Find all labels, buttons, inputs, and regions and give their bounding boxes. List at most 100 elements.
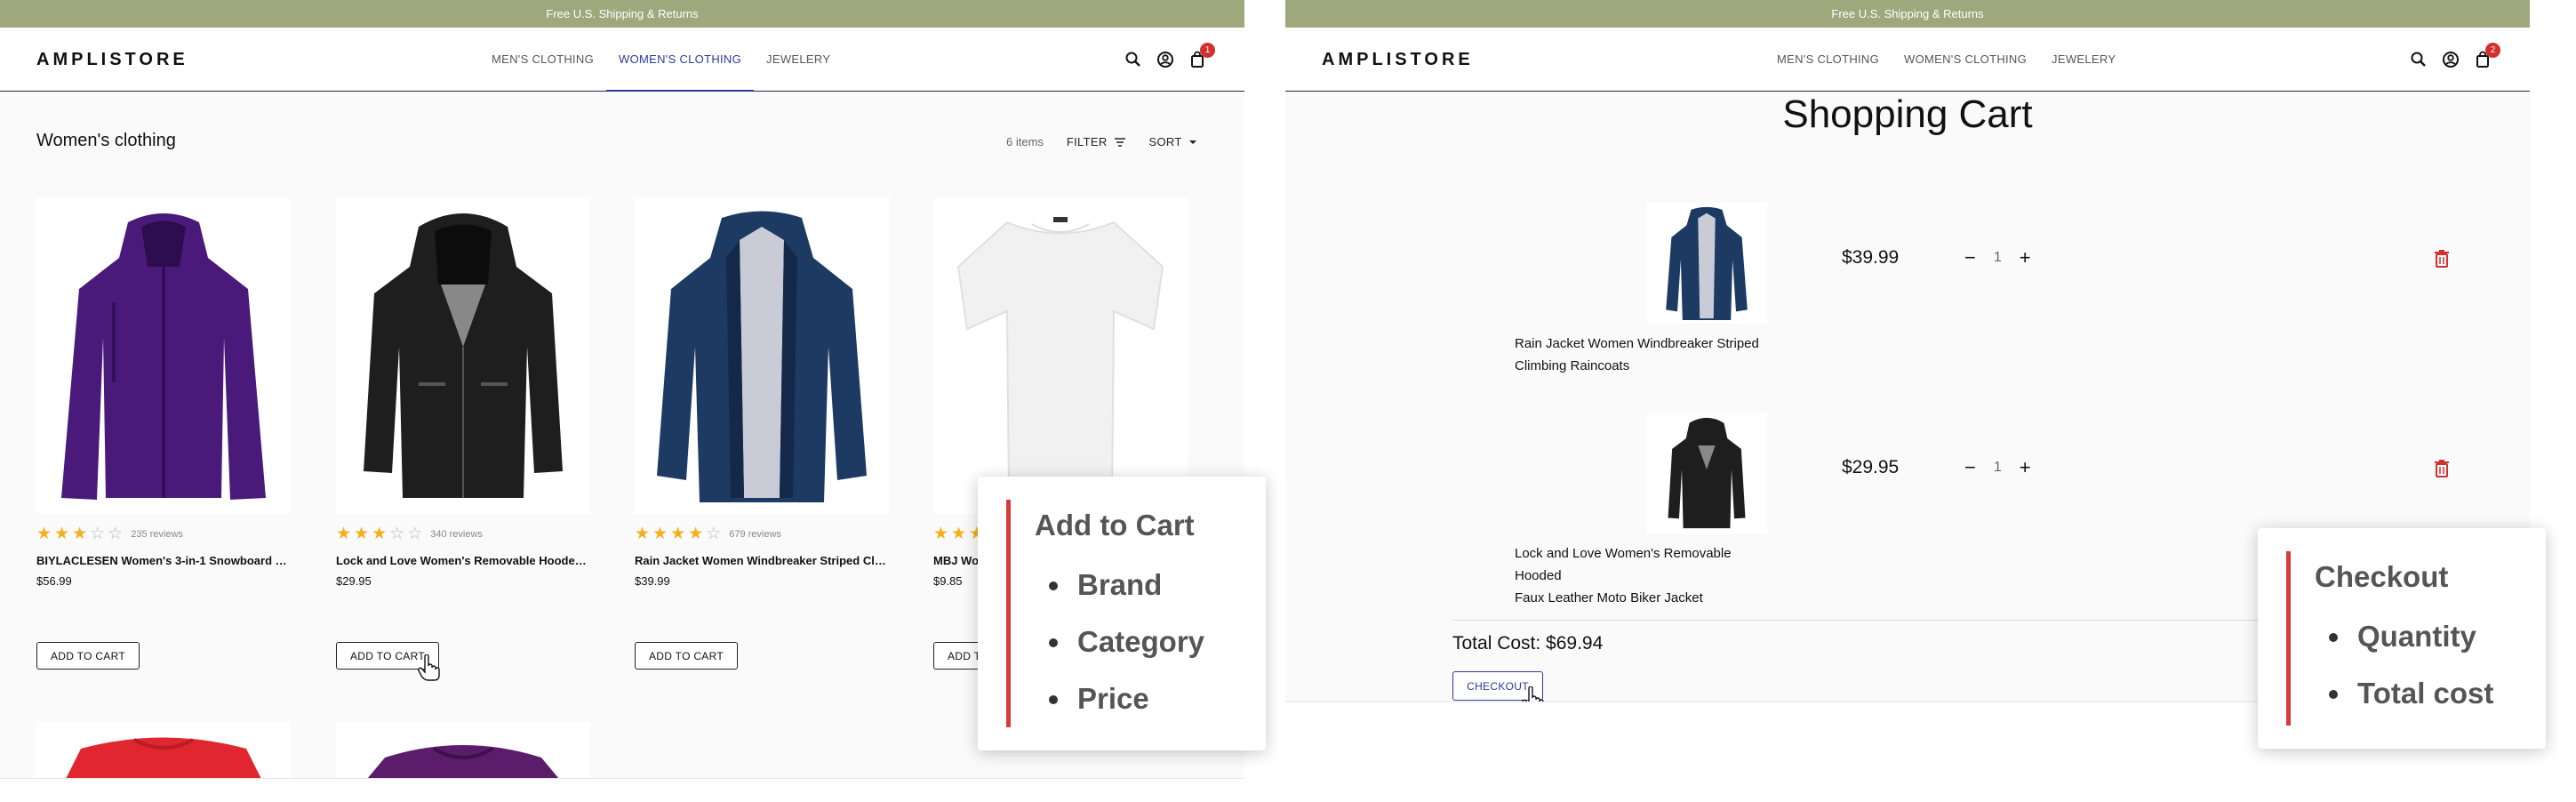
total-cost: Total Cost: $69.94 <box>1452 633 1604 654</box>
composite-stage: Free U.S. Shipping & Returns AMPLISTORE … <box>0 0 2576 802</box>
hand-cursor-icon <box>418 654 440 681</box>
cart-item-image[interactable] <box>1646 203 1767 324</box>
product-card[interactable]: ★ ★ ★ ☆ ☆ 235 reviews BIYLACLESEN Women's 3-… <box>36 197 291 588</box>
cart-item-name-line: Lock and Love Women's Removable Hooded <box>1515 546 1732 583</box>
store-logo[interactable]: AMPLISTORE <box>1322 50 1474 70</box>
quantity-stepper: − 1 + <box>1964 456 2031 479</box>
callout-accent-bar <box>1006 500 1011 727</box>
callout-list: Quantity Total cost <box>2328 608 2493 722</box>
menu-mens-clothing[interactable]: MEN'S CLOTHING <box>1764 28 1892 92</box>
star-icon: ★ <box>933 525 949 543</box>
callout-point: Category <box>1048 614 1204 670</box>
quantity-value: 1 <box>1993 250 2002 265</box>
star-icon: ★ <box>36 525 52 543</box>
review-count: 340 reviews <box>430 529 483 540</box>
menu-womens-clothing[interactable]: WOMEN'S CLOTHING <box>606 28 755 92</box>
product-rating: ★ ★ ★ ☆ ☆ 340 reviews <box>336 525 590 543</box>
add-to-cart-button[interactable]: ADD TO CART <box>635 642 738 670</box>
filter-button[interactable]: FILTER <box>1067 135 1126 148</box>
product-card[interactable]: ★ ★ ★ ☆ ☆ 340 reviews Lock and Love Women's … <box>336 197 590 588</box>
star-icon: ★ <box>354 525 370 543</box>
product-image[interactable] <box>635 197 889 514</box>
callout-point: Brand <box>1048 557 1204 614</box>
hand-cursor-icon <box>1522 686 1544 702</box>
star-icon: ★ <box>670 525 686 543</box>
menu-womens-clothing[interactable]: WOMEN'S CLOTHING <box>1892 28 2039 92</box>
checkout-callout: Checkout Quantity Total cost <box>2258 528 2546 749</box>
search-icon[interactable] <box>2410 51 2428 68</box>
nav-icon-group: 2 <box>2410 43 2500 68</box>
product-card-partial[interactable] <box>36 722 291 778</box>
increase-quantity-button[interactable]: + <box>2020 456 2031 479</box>
product-card[interactable]: ★ ★ ★ ★ ☆ 679 reviews Rain Jacket Women Wind… <box>635 197 889 588</box>
account-icon[interactable] <box>1156 51 1174 68</box>
delete-item-icon[interactable] <box>2434 459 2450 478</box>
chevron-down-icon <box>1188 140 1196 144</box>
search-icon[interactable] <box>1124 51 1142 68</box>
cart-icon[interactable]: 2 <box>2474 43 2500 68</box>
star-icon: ★ <box>72 525 88 543</box>
star-icon: ★ <box>635 525 651 543</box>
decrease-quantity-button[interactable]: − <box>1964 456 1976 479</box>
product-name[interactable]: Rain Jacket Women Windbreaker Striped Cl… <box>635 554 889 567</box>
main-menu: MEN'S CLOTHING WOMEN'S CLOTHING JEWELERY <box>479 28 843 92</box>
filter-label: FILTER <box>1066 135 1108 148</box>
cart-count-badge: 2 <box>2485 43 2500 58</box>
product-rating: ★ ★ ★ ★ ☆ 679 reviews <box>635 525 889 543</box>
product-image[interactable] <box>933 197 1188 514</box>
callout-title: Add to Cart <box>1035 509 1195 541</box>
review-count: 679 reviews <box>729 529 781 540</box>
cart-item-name-line: Climbing Raincoats <box>1515 358 1630 373</box>
cart-item-image[interactable] <box>1646 413 1767 533</box>
menu-jewelery[interactable]: JEWELERY <box>2039 28 2128 92</box>
total-divider <box>1452 620 2341 621</box>
add-to-cart-button[interactable]: ADD TO CART <box>36 642 140 670</box>
star-icon: ☆ <box>407 525 423 543</box>
page-title: Women's clothing <box>36 131 176 150</box>
star-icon: ☆ <box>90 525 106 543</box>
increase-quantity-button[interactable]: + <box>2020 246 2031 269</box>
product-rating: ★ ★ ★ ☆ ☆ 235 reviews <box>36 525 291 543</box>
menu-jewelery[interactable]: JEWELERY <box>754 28 843 92</box>
cart-item-price: $39.99 <box>1842 247 1900 268</box>
callout-accent-bar <box>2286 551 2291 726</box>
cart-item-name[interactable]: Lock and Love Women's Removable Hooded F… <box>1515 542 1781 609</box>
product-name[interactable]: Lock and Love Women's Removable Hooded F… <box>336 554 590 567</box>
delete-item-icon[interactable] <box>2434 249 2450 269</box>
cart-item: Rain Jacket Women Windbreaker Striped Cl… <box>1515 203 2449 381</box>
list-toolbar: 6 items FILTER SORT <box>1006 135 1197 148</box>
shipping-banner: Free U.S. Shipping & Returns <box>0 0 1244 28</box>
star-icon: ☆ <box>108 525 124 543</box>
product-card-partial[interactable] <box>336 722 590 778</box>
product-price: $56.99 <box>36 574 72 588</box>
filter-icon <box>1114 137 1125 147</box>
sort-label: SORT <box>1148 135 1182 148</box>
store-logo[interactable]: AMPLISTORE <box>36 50 188 70</box>
quantity-stepper: − 1 + <box>1964 246 2031 269</box>
quantity-value: 1 <box>1993 460 2002 475</box>
top-nav: AMPLISTORE MEN'S CLOTHING WOMEN'S CLOTHI… <box>0 28 1244 92</box>
top-nav: AMPLISTORE MEN'S CLOTHING WOMEN'S CLOTHI… <box>1285 28 2530 92</box>
cart-item-name-line: Faux Leather Moto Biker Jacket <box>1515 590 1703 606</box>
cart-count-badge: 1 <box>1200 43 1215 58</box>
sort-button[interactable]: SORT <box>1149 135 1197 148</box>
cart-item-price: $29.95 <box>1842 457 1900 477</box>
callout-title: Checkout <box>2315 560 2449 593</box>
main-menu: MEN'S CLOTHING WOMEN'S CLOTHING JEWELERY <box>1764 28 2128 92</box>
cart-item-name[interactable]: Rain Jacket Women Windbreaker Striped Cl… <box>1515 333 1781 377</box>
decrease-quantity-button[interactable]: − <box>1964 246 1976 269</box>
add-to-cart-callout: Add to Cart Brand Category Price <box>978 477 1266 750</box>
product-name[interactable]: BIYLACLESEN Women's 3-in-1 Snowboard Jac… <box>36 554 291 567</box>
star-icon: ★ <box>336 525 352 543</box>
callout-point: Quantity <box>2328 608 2493 665</box>
callout-point: Total cost <box>2328 665 2493 722</box>
cart-item-name-line: Rain Jacket Women Windbreaker Striped <box>1515 336 1759 351</box>
product-image[interactable] <box>336 197 590 514</box>
star-icon: ★ <box>652 525 668 543</box>
callout-list: Brand Category Price <box>1048 557 1204 727</box>
account-icon[interactable] <box>2442 51 2460 68</box>
star-icon: ★ <box>951 525 967 543</box>
cart-icon[interactable]: 1 <box>1188 43 1215 68</box>
product-image[interactable] <box>36 197 291 514</box>
menu-mens-clothing[interactable]: MEN'S CLOTHING <box>479 28 606 92</box>
